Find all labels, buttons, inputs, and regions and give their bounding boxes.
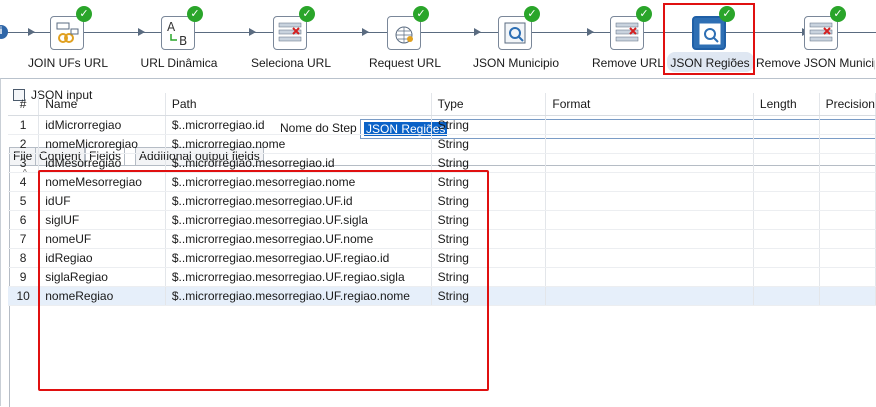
- step-remove-json-municipio[interactable]: ✓ Remove JSON Municipio: [756, 6, 876, 72]
- step-label: JSON Municipio: [472, 56, 560, 70]
- cell-format[interactable]: [545, 134, 754, 154]
- cell-length[interactable]: [753, 191, 820, 211]
- step-url-dinamica[interactable]: AB ✓ URL Dinâmica: [124, 6, 234, 72]
- cell-type[interactable]: String: [431, 134, 547, 154]
- step-label: Remove JSON Municipio: [756, 56, 875, 70]
- cell-length[interactable]: [753, 210, 820, 230]
- step-label: URL Dinâmica: [140, 56, 218, 70]
- cell-length[interactable]: [753, 134, 820, 154]
- cell-format[interactable]: [545, 267, 754, 287]
- col-header-length[interactable]: Length: [753, 93, 820, 116]
- check-icon: ✓: [187, 6, 203, 22]
- annotation-box-fields: [38, 170, 489, 391]
- rest-client-icon: [387, 16, 421, 50]
- cell-format[interactable]: [545, 115, 754, 135]
- cell-precision[interactable]: [819, 229, 876, 249]
- cell-num[interactable]: 7: [8, 229, 40, 249]
- col-header-format[interactable]: Format: [545, 93, 754, 116]
- cell-format[interactable]: [545, 210, 754, 230]
- step-join-ufs-url[interactable]: ✓ JOIN UFs URL: [13, 6, 123, 72]
- cell-num[interactable]: 9: [8, 267, 40, 287]
- cell-num[interactable]: 2: [8, 134, 40, 154]
- cell-length[interactable]: [753, 229, 820, 249]
- cell-precision[interactable]: [819, 134, 876, 154]
- cell-type[interactable]: String: [431, 115, 547, 135]
- check-icon: ✓: [524, 6, 540, 22]
- col-header-path[interactable]: Path: [165, 93, 432, 116]
- cell-name[interactable]: nomeMicroregiao: [38, 134, 166, 154]
- cell-path[interactable]: $..microrregiao.nome: [165, 134, 432, 154]
- check-icon: ✓: [76, 6, 92, 22]
- cell-num[interactable]: 10: [8, 286, 40, 306]
- col-header-type[interactable]: Type: [431, 93, 547, 116]
- cell-precision[interactable]: [819, 153, 876, 173]
- cell-length[interactable]: [753, 248, 820, 268]
- cell-precision[interactable]: [819, 191, 876, 211]
- annotation-box-step: [663, 3, 755, 75]
- cell-length[interactable]: [753, 115, 820, 135]
- cell-precision[interactable]: [819, 210, 876, 230]
- cell-num[interactable]: 5: [8, 191, 40, 211]
- check-icon: ✓: [830, 6, 846, 22]
- cell-precision[interactable]: [819, 172, 876, 192]
- step-label: Request URL: [368, 56, 442, 70]
- cell-format[interactable]: [545, 229, 754, 249]
- info-icon: i: [0, 25, 8, 39]
- cell-num[interactable]: 6: [8, 210, 40, 230]
- step-label: Seleciona URL: [250, 56, 332, 70]
- cell-length[interactable]: [753, 172, 820, 192]
- select-values-icon: [804, 16, 838, 50]
- select-values-icon: [610, 16, 644, 50]
- cell-precision[interactable]: [819, 115, 876, 135]
- step-seleciona-url[interactable]: ✓ Seleciona URL: [236, 6, 346, 72]
- cell-format[interactable]: [545, 172, 754, 192]
- cell-precision[interactable]: [819, 248, 876, 268]
- check-icon: ✓: [299, 6, 315, 22]
- cell-num[interactable]: 4: [8, 172, 40, 192]
- cell-format[interactable]: [545, 191, 754, 211]
- table-row[interactable]: 1 idMicrorregiao $..microrregiao.id String: [8, 115, 876, 135]
- check-icon: ✓: [636, 6, 652, 22]
- cell-num[interactable]: 1: [8, 115, 40, 135]
- grid-header-row: # Name Path Type Format Length Precision: [8, 93, 876, 116]
- col-header-precision[interactable]: Precision: [819, 93, 876, 116]
- select-values-icon: [273, 16, 307, 50]
- col-header-num[interactable]: #: [8, 93, 40, 116]
- string-replace-icon: AB: [161, 16, 195, 50]
- cell-length[interactable]: [753, 286, 820, 306]
- step-label: JOIN UFs URL: [27, 56, 108, 70]
- cell-path[interactable]: $..microrregiao.id: [165, 115, 432, 135]
- workflow-canvas: i ✓ JOIN UFs URL AB ✓ URL Dinâmica ✓ Sel…: [0, 0, 876, 78]
- step-json-municipio[interactable]: ✓ JSON Municipio: [461, 6, 571, 72]
- cell-format[interactable]: [545, 153, 754, 173]
- cell-name[interactable]: idMicrorregiao: [38, 115, 166, 135]
- cell-num[interactable]: 8: [8, 248, 40, 268]
- check-icon: ✓: [413, 6, 429, 22]
- cell-format[interactable]: [545, 286, 754, 306]
- table-row[interactable]: 2 nomeMicroregiao $..microrregiao.nome Stri…: [8, 134, 876, 154]
- cell-num[interactable]: 3: [8, 153, 40, 173]
- json-input-icon: [498, 16, 532, 50]
- cell-precision[interactable]: [819, 286, 876, 306]
- join-icon: [50, 16, 84, 50]
- step-request-url[interactable]: ✓ Request URL: [350, 6, 460, 72]
- svg-text:A: A: [167, 20, 176, 34]
- col-header-name[interactable]: Name: [38, 93, 166, 116]
- cell-precision[interactable]: [819, 267, 876, 287]
- svg-text:B: B: [179, 34, 187, 48]
- cell-format[interactable]: [545, 248, 754, 268]
- cell-length[interactable]: [753, 267, 820, 287]
- cell-length[interactable]: [753, 153, 820, 173]
